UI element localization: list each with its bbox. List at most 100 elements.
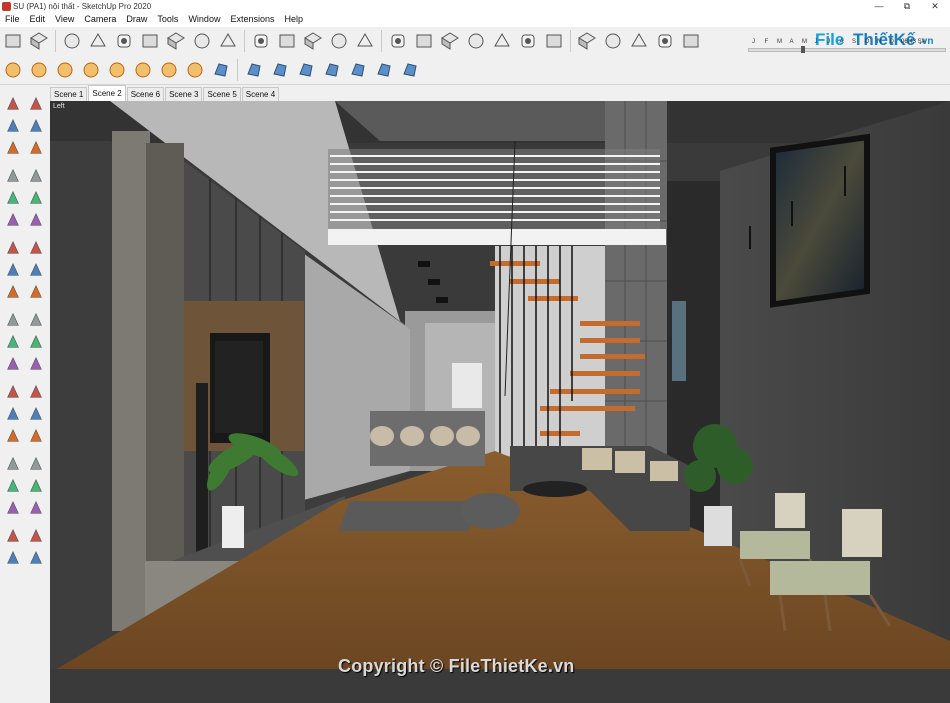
- paint-icon[interactable]: [60, 29, 84, 53]
- freehand-icon[interactable]: [25, 137, 47, 159]
- zoom-window-icon[interactable]: [25, 425, 47, 447]
- dimension-icon[interactable]: [131, 58, 155, 82]
- rotated-rectangle-icon[interactable]: [25, 165, 47, 187]
- top-view-icon[interactable]: [112, 29, 136, 53]
- solid-union-icon[interactable]: [372, 58, 396, 82]
- solid-subtract-icon[interactable]: [398, 58, 422, 82]
- 3d-text-icon[interactable]: [25, 381, 47, 403]
- axes-icon[interactable]: [105, 58, 129, 82]
- shadows-icon[interactable]: [679, 29, 703, 53]
- section-plane-icon[interactable]: [25, 497, 47, 519]
- axes-icon[interactable]: [2, 381, 24, 403]
- drape-icon[interactable]: [294, 58, 318, 82]
- back-view-icon[interactable]: [190, 29, 214, 53]
- warehouse-icon[interactable]: [2, 525, 24, 547]
- eraser-icon[interactable]: [25, 115, 47, 137]
- zoom-icon[interactable]: [301, 29, 325, 53]
- follow-me-icon[interactable]: [25, 281, 47, 303]
- add-detail-icon[interactable]: [320, 58, 344, 82]
- sandbox-icon[interactable]: [209, 58, 233, 82]
- menu-help[interactable]: Help: [279, 12, 308, 27]
- tape-measure-icon[interactable]: [2, 331, 24, 353]
- close-button[interactable]: ✕: [921, 0, 949, 12]
- shaded-icon[interactable]: [490, 29, 514, 53]
- walk-icon[interactable]: [2, 497, 24, 519]
- offset-icon[interactable]: [53, 58, 77, 82]
- menu-extensions[interactable]: Extensions: [225, 12, 279, 27]
- pan-icon[interactable]: [25, 403, 47, 425]
- move-icon[interactable]: [2, 259, 24, 281]
- follow-me-icon[interactable]: [1, 58, 25, 82]
- text-icon[interactable]: [157, 58, 181, 82]
- orbit-icon[interactable]: [249, 29, 273, 53]
- textured-icon[interactable]: [516, 29, 540, 53]
- scene-tab-5[interactable]: Scene 5: [203, 87, 241, 101]
- flip-edge-icon[interactable]: [346, 58, 370, 82]
- menu-window[interactable]: Window: [183, 12, 225, 27]
- push-pull-icon[interactable]: [25, 259, 47, 281]
- text-icon[interactable]: [25, 353, 47, 375]
- ruby-icon[interactable]: [25, 547, 47, 569]
- scene-tab-4[interactable]: Scene 4: [241, 87, 280, 101]
- eraser-icon[interactable]: [27, 29, 51, 53]
- rectangle-icon[interactable]: [2, 165, 24, 187]
- extension-icon[interactable]: [601, 29, 625, 53]
- position-camera-icon[interactable]: [2, 475, 24, 497]
- wireframe-icon[interactable]: [438, 29, 462, 53]
- rotate-icon[interactable]: [2, 281, 24, 303]
- offset-icon[interactable]: [25, 309, 47, 331]
- previous-view-icon[interactable]: [25, 453, 47, 475]
- protractor-icon[interactable]: [79, 58, 103, 82]
- scale-icon[interactable]: [2, 309, 24, 331]
- menu-edit[interactable]: Edit: [25, 12, 51, 27]
- pan-icon[interactable]: [275, 29, 299, 53]
- minimize-button[interactable]: —: [865, 0, 893, 12]
- hidden-line-icon[interactable]: [464, 29, 488, 53]
- two-point-arc-icon[interactable]: [25, 209, 47, 231]
- dimension-icon[interactable]: [25, 331, 47, 353]
- restore-button[interactable]: ⧉: [893, 0, 921, 12]
- protractor-icon[interactable]: [2, 353, 24, 375]
- menu-view[interactable]: View: [50, 12, 79, 27]
- scene-tab-2[interactable]: Scene 2: [88, 85, 126, 101]
- zoom-extents-icon[interactable]: [2, 453, 24, 475]
- zoom-icon[interactable]: [2, 425, 24, 447]
- polygon-icon[interactable]: [25, 187, 47, 209]
- scene-tab-3[interactable]: Scene 3: [165, 87, 203, 101]
- 3d-text-icon[interactable]: [183, 58, 207, 82]
- line-icon[interactable]: [2, 137, 24, 159]
- shadow-time-slider[interactable]: [748, 48, 946, 52]
- three-point-arc-icon[interactable]: [2, 237, 24, 259]
- model-viewport[interactable]: Left Copyright © FileThietKe.vn: [50, 101, 950, 703]
- smoove-icon[interactable]: [242, 58, 266, 82]
- select-icon[interactable]: [2, 93, 24, 115]
- menu-draw[interactable]: Draw: [121, 12, 152, 27]
- back-edges-icon[interactable]: [412, 29, 436, 53]
- xray-icon[interactable]: [386, 29, 410, 53]
- extension-warehouse-icon[interactable]: [25, 525, 47, 547]
- layers-icon[interactable]: [653, 29, 677, 53]
- iso-view-icon[interactable]: [86, 29, 110, 53]
- stamp-icon[interactable]: [268, 58, 292, 82]
- orbit-icon[interactable]: [2, 403, 24, 425]
- styles-icon[interactable]: [627, 29, 651, 53]
- select-icon[interactable]: [1, 29, 25, 53]
- left-view-icon[interactable]: [216, 29, 240, 53]
- look-around-icon[interactable]: [25, 475, 47, 497]
- menu-camera[interactable]: Camera: [79, 12, 121, 27]
- zoom-extents-icon[interactable]: [327, 29, 351, 53]
- front-view-icon[interactable]: [138, 29, 162, 53]
- section-plane-icon[interactable]: [353, 29, 377, 53]
- menu-file[interactable]: File: [0, 12, 25, 27]
- paint-bucket-icon[interactable]: [2, 115, 24, 137]
- layout-icon[interactable]: [2, 547, 24, 569]
- push-pull-icon[interactable]: [27, 58, 51, 82]
- right-view-icon[interactable]: [164, 29, 188, 53]
- shadow-slider-thumb[interactable]: [801, 46, 806, 53]
- menu-tools[interactable]: Tools: [152, 12, 183, 27]
- scene-tab-6[interactable]: Scene 6: [126, 87, 165, 101]
- arc-icon[interactable]: [2, 209, 24, 231]
- pie-icon[interactable]: [25, 237, 47, 259]
- circle-icon[interactable]: [2, 187, 24, 209]
- monochrome-icon[interactable]: [542, 29, 566, 53]
